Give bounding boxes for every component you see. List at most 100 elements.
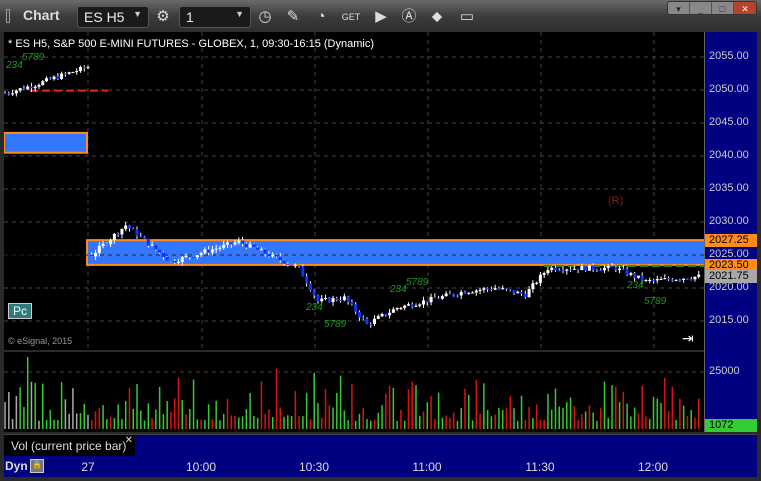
alert-icon[interactable]: Ⓐ <box>396 6 422 28</box>
marker: 5789 <box>324 319 347 330</box>
marker: 5789 <box>22 52 45 63</box>
candle-body <box>569 269 573 271</box>
candle-body <box>173 260 177 263</box>
lock-icon[interactable]: 🔒 <box>30 459 44 473</box>
time-tick: 11:30 <box>525 460 555 474</box>
candle-body <box>188 256 192 258</box>
candle-body <box>45 78 49 82</box>
candle-body <box>380 313 384 317</box>
candle-body <box>535 282 539 284</box>
candle-body <box>271 254 275 257</box>
candle-body <box>248 244 252 248</box>
candle-body <box>689 279 693 281</box>
scroll-to-end-icon[interactable]: ⇥ <box>682 330 694 347</box>
candle-body <box>512 289 516 294</box>
price-chart[interactable]: * ES H5, S&P 500 E-MINI FUTURES - GLOBEX… <box>4 32 704 350</box>
candle-body <box>161 252 165 257</box>
close-icon[interactable]: ✕ <box>734 2 756 14</box>
candle-body <box>165 256 169 261</box>
close-icon[interactable]: ✕ <box>125 435 133 446</box>
price-tick: 2045.00 <box>709 116 749 128</box>
candle-body <box>241 240 245 244</box>
candle-body <box>633 273 637 278</box>
candle-body <box>214 248 218 250</box>
dock-icon[interactable]: ▾ <box>668 2 690 14</box>
candle-body <box>308 283 312 291</box>
candle-body <box>602 267 606 271</box>
candle-body <box>169 260 173 262</box>
candle-body <box>135 229 139 237</box>
candle-body <box>542 273 546 275</box>
play-icon[interactable]: ▶ <box>368 6 394 28</box>
candle-body <box>116 233 120 235</box>
candle-body <box>78 66 82 72</box>
candle-body <box>425 300 429 303</box>
candle-body <box>648 279 652 281</box>
candle-body <box>422 300 426 305</box>
candle-body <box>301 266 305 277</box>
volume-pane-tab[interactable]: Vol (current price bar) ✕ <box>4 435 135 457</box>
candle-body <box>342 296 346 301</box>
candle-body <box>143 236 147 239</box>
link-icon[interactable]: ⬥ <box>424 6 450 28</box>
candle-body <box>636 275 640 278</box>
candle-body <box>354 304 358 312</box>
clock-icon[interactable]: ◷ <box>252 6 278 28</box>
candle-body <box>357 311 361 318</box>
candle-body <box>154 244 158 250</box>
window-controls: ▾ _ □ ✕ <box>667 1 757 15</box>
candle-body <box>158 249 162 253</box>
dyn-label: Dyn <box>5 459 28 473</box>
candle-body <box>14 90 18 94</box>
candle-body <box>233 242 237 245</box>
candle-body <box>94 252 98 257</box>
candle-body <box>565 269 569 271</box>
marker: 5789 <box>644 296 667 307</box>
volume-pane[interactable] <box>4 352 704 432</box>
study-icon[interactable]: ◔ <box>308 6 334 28</box>
interval-value: 1 <box>186 9 194 25</box>
time-axis[interactable]: Dyn 🔒 27 10:00 10:30 11:00 11:30 12:00 <box>4 456 757 477</box>
candle-body <box>339 300 343 302</box>
candle-body <box>267 253 271 257</box>
candle-body <box>37 85 41 87</box>
candle-body <box>538 274 542 283</box>
candle-body <box>497 288 501 290</box>
maximize-icon[interactable]: □ <box>712 2 734 14</box>
time-tick: 10:00 <box>185 460 217 474</box>
candle-body <box>444 293 448 297</box>
candle-body <box>146 238 150 246</box>
candle-body <box>599 270 603 272</box>
candle-body <box>203 249 207 254</box>
candle-body <box>131 228 135 230</box>
candle-body <box>207 249 211 253</box>
marker: 234 <box>306 302 323 313</box>
candle-body <box>195 254 199 258</box>
candle-body <box>305 276 309 284</box>
candle-body <box>312 290 316 296</box>
get-icon[interactable]: GET <box>338 6 364 28</box>
candle-body <box>429 296 433 303</box>
candle-body <box>376 316 380 319</box>
drag-handle-icon[interactable] <box>6 9 10 23</box>
candle-body <box>278 256 282 261</box>
price-tick: 2015.00 <box>709 314 749 326</box>
candle-body <box>86 67 90 69</box>
symbol-select[interactable]: ES H5 ▼ <box>77 6 149 28</box>
price-tick: 2035.00 <box>709 182 749 194</box>
minimize-icon[interactable]: _ <box>690 2 712 14</box>
candle-body <box>346 296 350 302</box>
settings-icon[interactable]: ⚙ <box>150 6 176 28</box>
candle-body <box>516 291 520 294</box>
pencil-icon[interactable]: ✎ <box>280 6 306 28</box>
pc-button[interactable]: Pc <box>8 303 33 319</box>
candle-body <box>229 242 233 245</box>
price-axis[interactable]: 2055.00 2050.00 2045.00 2040.00 2035.00 2030.… <box>704 32 757 432</box>
candle-body <box>97 245 101 253</box>
candle-body <box>621 268 625 270</box>
comment-icon[interactable]: ▭ <box>454 6 480 28</box>
interval-select[interactable]: 1 ▼ <box>179 6 251 28</box>
marker: 234 <box>627 280 644 291</box>
candle-body <box>587 265 591 271</box>
candle-body <box>459 292 463 296</box>
